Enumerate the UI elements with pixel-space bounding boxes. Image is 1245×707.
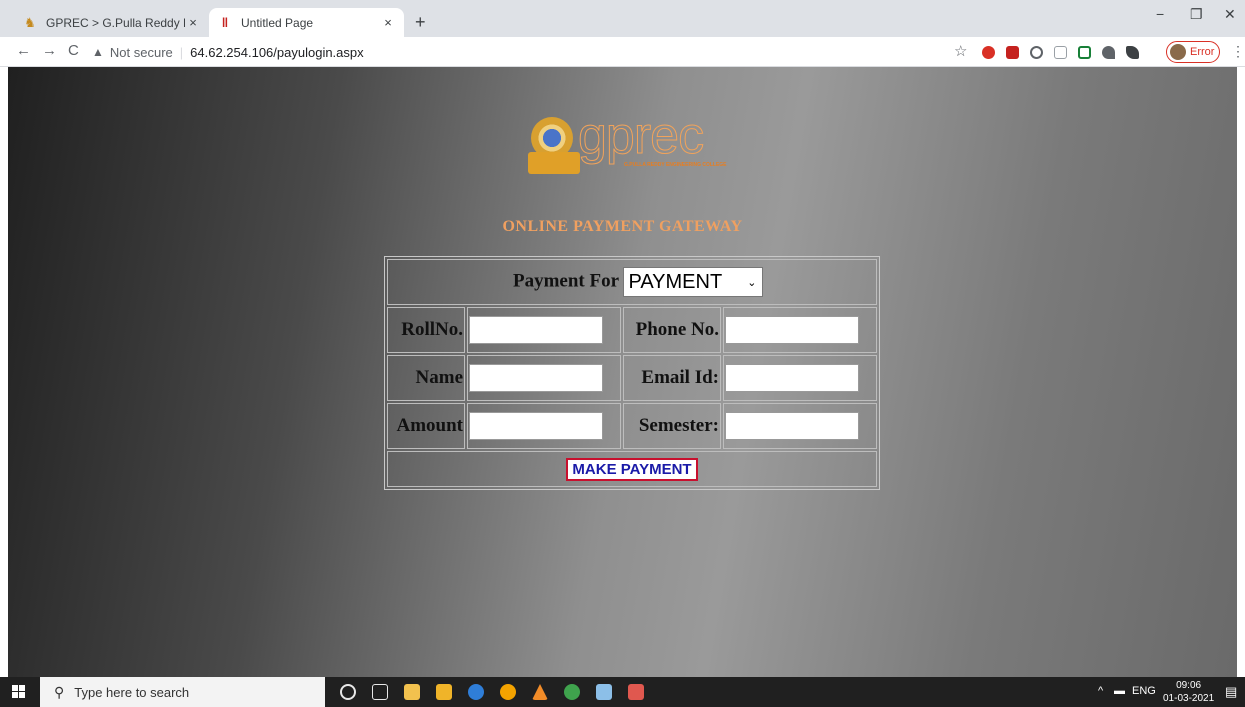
snip-tool-icon[interactable] bbox=[628, 684, 644, 700]
page-favicon-icon: ‖ bbox=[221, 15, 229, 30]
chevron-down-icon: ⌄ bbox=[747, 276, 757, 289]
payment-for-label: Payment For bbox=[513, 270, 619, 292]
phone-cell bbox=[723, 307, 877, 353]
mail-extension-icon[interactable] bbox=[1054, 46, 1067, 59]
cortana-icon[interactable] bbox=[340, 684, 356, 700]
back-icon[interactable]: ← bbox=[16, 42, 31, 59]
task-view-icon[interactable] bbox=[372, 684, 388, 700]
logo-subtitle: G.PULLA REDDY ENGINEERING COLLEGE bbox=[624, 162, 727, 168]
paint-icon[interactable] bbox=[596, 684, 612, 700]
edge-browser-icon[interactable] bbox=[468, 684, 484, 700]
avatar bbox=[1170, 44, 1186, 60]
payment-for-select[interactable]: PAYMENT ⌄ bbox=[623, 267, 764, 297]
rollno-cell bbox=[467, 307, 621, 353]
semester-label: Semester: bbox=[623, 403, 721, 449]
payment-form: Payment For PAYMENT ⌄ RollNo. Phone No. … bbox=[384, 256, 880, 490]
amount-label: Amount bbox=[387, 403, 465, 449]
rollno-input[interactable] bbox=[469, 316, 603, 344]
book-icon bbox=[528, 152, 580, 174]
close-window-icon[interactable]: ✕ bbox=[1224, 6, 1236, 23]
media-app-icon[interactable] bbox=[564, 684, 580, 700]
tab-title: Untitled Page bbox=[241, 15, 314, 30]
close-tab-icon[interactable]: × bbox=[380, 15, 396, 30]
battery-icon[interactable]: ▬ bbox=[1114, 685, 1125, 697]
email-cell bbox=[723, 355, 877, 401]
minimize-icon[interactable]: − bbox=[1156, 6, 1164, 22]
page-title: ONLINE PAYMENT GATEWAY bbox=[502, 218, 743, 235]
logo-wordmark: gprec bbox=[577, 107, 704, 166]
adblock-extension-icon[interactable] bbox=[982, 46, 995, 59]
vlc-icon[interactable] bbox=[532, 684, 548, 700]
profile-button[interactable]: Error bbox=[1166, 41, 1220, 63]
form-row: Amount Semester: bbox=[387, 403, 877, 449]
security-status[interactable]: Not secure bbox=[110, 45, 173, 60]
browser-menu-icon[interactable]: ⋮ bbox=[1231, 43, 1245, 60]
phone-label: Phone No. bbox=[623, 307, 721, 353]
form-row: Name Email Id: bbox=[387, 355, 877, 401]
puzzle-extensions-icon[interactable] bbox=[1126, 46, 1139, 59]
amount-input[interactable] bbox=[469, 412, 603, 440]
address-bar[interactable]: ▲ Not secure | 64.62.254.106/payulogin.a… bbox=[92, 39, 942, 65]
semester-input[interactable] bbox=[725, 412, 859, 440]
restore-icon[interactable]: ❐ bbox=[1190, 6, 1203, 23]
forward-icon[interactable]: → bbox=[42, 42, 57, 59]
file-explorer-icon[interactable] bbox=[436, 684, 452, 700]
phone-input[interactable] bbox=[725, 316, 859, 344]
tab-bar: ♞ GPREC > G.Pulla Reddy Engineer × ‖ Unt… bbox=[0, 0, 1245, 37]
submit-cell: MAKE PAYMENT bbox=[387, 451, 877, 487]
bookmark-star-icon[interactable]: ☆ bbox=[954, 42, 967, 60]
new-tab-button[interactable]: + bbox=[415, 12, 426, 33]
windows-start-icon[interactable] bbox=[12, 685, 26, 699]
rollno-label: RollNo. bbox=[387, 307, 465, 353]
semester-cell bbox=[723, 403, 877, 449]
page-content: gprec G.PULLA REDDY ENGINEERING COLLEGE … bbox=[8, 67, 1237, 677]
reload-icon[interactable]: C bbox=[68, 42, 79, 59]
email-label: Email Id: bbox=[623, 355, 721, 401]
profile-status-label: Error bbox=[1190, 46, 1215, 58]
name-label: Name bbox=[387, 355, 465, 401]
college-favicon-icon: ♞ bbox=[24, 14, 36, 30]
payment-for-cell: Payment For PAYMENT ⌄ bbox=[387, 259, 877, 305]
email-input[interactable] bbox=[725, 364, 859, 392]
sheets-extension-icon[interactable] bbox=[1078, 46, 1091, 59]
clock-time: 09:06 bbox=[1176, 680, 1202, 691]
college-logo: gprec G.PULLA REDDY ENGINEERING COLLEGE bbox=[528, 107, 748, 182]
clock-date: 01-03-2021 bbox=[1163, 693, 1215, 704]
store-icon[interactable] bbox=[404, 684, 420, 700]
payment-for-row: Payment For PAYMENT ⌄ bbox=[387, 259, 877, 305]
language-indicator[interactable]: ENG bbox=[1132, 685, 1156, 697]
taskbar: ⚲ Type here to search ^ ▬ ENG 09:06 01-0… bbox=[0, 677, 1245, 707]
tab-untitled-page[interactable]: ‖ Untitled Page × bbox=[209, 8, 404, 37]
name-input[interactable] bbox=[469, 364, 603, 392]
close-tab-icon[interactable]: × bbox=[185, 15, 201, 30]
browser-toolbar: ← → C ▲ Not secure | 64.62.254.106/payul… bbox=[0, 37, 1245, 67]
search-icon: ⚲ bbox=[54, 683, 65, 700]
tab-gprec[interactable]: ♞ GPREC > G.Pulla Reddy Engineer × bbox=[14, 8, 209, 37]
name-cell bbox=[467, 355, 621, 401]
chrome-browser-icon[interactable] bbox=[500, 684, 516, 700]
warning-icon[interactable]: ▲ bbox=[92, 45, 104, 59]
clock[interactable]: 09:06 01-03-2021 bbox=[1163, 679, 1214, 705]
make-payment-button[interactable]: MAKE PAYMENT bbox=[566, 457, 698, 481]
amount-cell bbox=[467, 403, 621, 449]
notifications-icon[interactable]: ▤ bbox=[1225, 684, 1237, 700]
form-row: RollNo. Phone No. bbox=[387, 307, 877, 353]
show-hidden-icons-icon[interactable]: ^ bbox=[1098, 685, 1103, 697]
tab-title: GPREC > G.Pulla Reddy Engineer bbox=[46, 15, 185, 30]
search-placeholder: Type here to search bbox=[74, 684, 190, 700]
circle-extension-icon[interactable] bbox=[1030, 46, 1043, 59]
extension-icon[interactable] bbox=[1102, 46, 1115, 59]
address-separator: | bbox=[179, 44, 184, 60]
pdf-extension-icon[interactable] bbox=[1006, 46, 1019, 59]
url-text[interactable]: 64.62.254.106/payulogin.aspx bbox=[190, 45, 363, 60]
payment-for-value: PAYMENT bbox=[628, 270, 723, 293]
submit-row: MAKE PAYMENT bbox=[387, 451, 877, 487]
taskbar-search-input[interactable]: ⚲ Type here to search bbox=[40, 677, 325, 707]
